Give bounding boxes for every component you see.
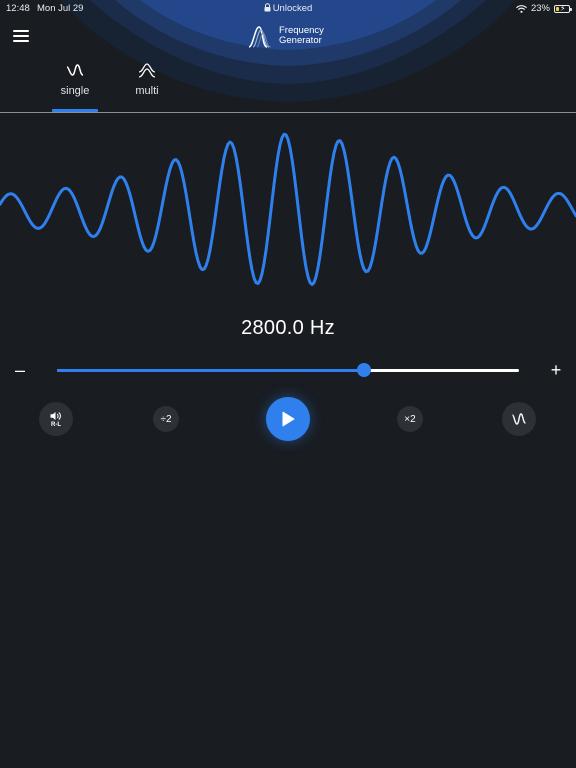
plus-icon: +	[550, 360, 562, 380]
waveform-line	[0, 132, 576, 286]
stereo-channel-label: R-L	[51, 421, 61, 428]
waveform-type-icon	[512, 413, 526, 425]
halve-frequency-button[interactable]: ÷2	[153, 406, 179, 432]
tab-multi-label: multi	[135, 85, 159, 97]
stacked-waves-icon	[138, 63, 156, 78]
tab-divider	[0, 112, 576, 113]
decrease-frequency-button[interactable]: –	[12, 360, 28, 380]
lock-status-text: Unlocked	[272, 3, 313, 14]
slider-thumb[interactable]	[357, 363, 372, 377]
app-screen: 12:48 Mon Jul 29 Unlocked 23% ⚡ Frequenc…	[0, 0, 576, 768]
hamburger-menu-icon	[13, 30, 29, 32]
wifi-icon	[516, 4, 527, 13]
frequency-slider[interactable]	[57, 363, 519, 377]
stereo-channel-button[interactable]: R-L	[39, 402, 73, 436]
logo-icon	[248, 26, 272, 48]
tab-multi[interactable]: multi	[124, 62, 170, 97]
speaker-icon	[50, 411, 61, 420]
status-right: 23% ⚡	[516, 3, 572, 14]
slider-fill	[57, 369, 365, 372]
waveform-type-button[interactable]	[502, 402, 536, 436]
battery-icon: ⚡	[554, 4, 572, 13]
logo-text: Frequency Generator	[279, 26, 324, 46]
battery-percent: 23%	[530, 3, 550, 14]
double-label: ×2	[404, 413, 416, 425]
play-button[interactable]	[266, 397, 310, 441]
menu-button[interactable]	[13, 30, 29, 43]
minus-icon: –	[14, 360, 25, 380]
halve-label: ÷2	[160, 413, 172, 425]
sine-wave-icon	[66, 64, 84, 76]
tab-single-label: single	[60, 85, 90, 97]
status-bar: 12:48 Mon Jul 29 Unlocked 23% ⚡	[0, 0, 576, 16]
frequency-readout: 2800.0 Hz	[241, 317, 335, 339]
increase-frequency-button[interactable]: +	[548, 360, 564, 380]
lock-status: Unlocked	[0, 3, 576, 14]
waveform-display	[0, 132, 576, 286]
double-frequency-button[interactable]: ×2	[397, 406, 423, 432]
tab-single[interactable]: single	[52, 62, 98, 97]
logo-line-2: Generator	[279, 35, 322, 46]
play-icon	[282, 411, 295, 427]
lock-icon	[264, 3, 271, 12]
app-logo: Frequency Generator	[247, 24, 324, 48]
